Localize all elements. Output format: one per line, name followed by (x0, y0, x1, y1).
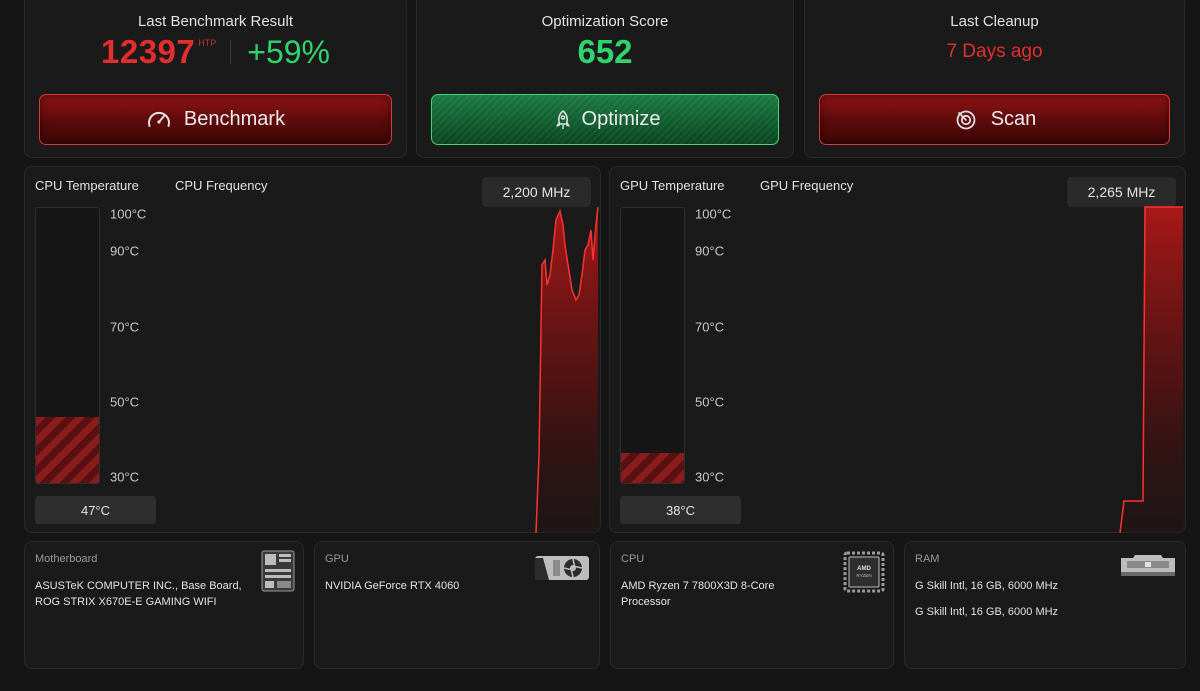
cpu-info: AMD Ryzen 7 7800X3D 8-Core Processor (621, 578, 774, 610)
benchmark-score-unit: HTP (198, 38, 217, 48)
rocket-icon (550, 107, 576, 133)
ram-title: RAM (915, 553, 940, 565)
gpu-frequency-graph (1119, 206, 1183, 533)
cpu-temperature-value: 47°C (35, 496, 156, 524)
gpu-thermometer-fill (621, 452, 684, 483)
cpu-temperature-label: CPU Temperature (35, 178, 139, 193)
cpu-line-2: Processor (621, 596, 671, 608)
benchmark-values: 12397 HTP +59% (25, 33, 406, 71)
cpu-thermometer-fill (36, 417, 99, 483)
benchmark-card: Last Benchmark Result 12397 HTP +59% Ben… (24, 0, 407, 158)
cpu-tick-100: 100°C (110, 206, 147, 222)
gpu-frequency-area (1120, 207, 1183, 533)
cpu-frequency-value: 2,200 MHz (482, 177, 591, 207)
gpu-thermometer (620, 207, 685, 484)
cpu-monitor-panel: CPU Temperature CPU Frequency 2,200 MHz … (24, 166, 601, 533)
ram-info-1: G Skill Intl, 16 GB, 6000 MHz (915, 578, 1058, 594)
gpu-frequency-value: 2,265 MHz (1067, 177, 1176, 207)
cleanup-card: Last Cleanup 7 Days ago Scan (804, 0, 1185, 158)
gpu-frequency-label: GPU Frequency (760, 178, 854, 193)
optimization-values: 652 (417, 33, 793, 71)
cpu-line-1: AMD Ryzen 7 7800X3D 8-Core (621, 580, 775, 592)
benchmark-button-label: Benchmark (183, 108, 286, 130)
motherboard-line-2: ROG STRIX X670E-E GAMING WIFI (35, 596, 217, 608)
cpu-tick-90: 90°C (110, 243, 140, 259)
cleanup-values: 7 Days ago (805, 33, 1184, 63)
optimize-button-label: Optimize (581, 108, 661, 130)
motherboard-card: Motherboard ASUSTeK COMPUTER INC., Base … (24, 541, 304, 669)
gpu-temperature-value: 38°C (620, 496, 741, 524)
gpu-line-1: NVIDIA GeForce RTX 4060 (325, 580, 460, 592)
radar-scan-icon (953, 107, 979, 133)
cpu-card: CPU AMD Ryzen 7 7800X3D 8-Core Processor… (610, 541, 894, 669)
cpu-chip-brand: RYZEN (856, 573, 871, 578)
gpu-monitor-panel: GPU Temperature GPU Frequency 2,265 MHz … (609, 166, 1186, 533)
cpu-tick-70: 70°C (110, 319, 140, 335)
cpu-chip-logo: AMD (857, 566, 871, 572)
optimization-card: Optimization Score 652 Optimize (416, 0, 794, 158)
cpu-tick-50: 50°C (110, 394, 140, 410)
speedometer-icon (146, 107, 172, 133)
cleanup-value: 7 Days ago (946, 41, 1043, 62)
gpu-tick-90: 90°C (695, 243, 725, 259)
ram-line-2: G Skill Intl, 16 GB, 6000 MHz (915, 606, 1059, 618)
optimization-score: 652 (577, 33, 633, 70)
ram-line-1: G Skill Intl, 16 GB, 6000 MHz (915, 580, 1059, 592)
gpu-tick-50: 50°C (695, 394, 725, 410)
gpu-info: NVIDIA GeForce RTX 4060 (325, 578, 459, 594)
ram-card: RAM G Skill Intl, 16 GB, 6000 MHz G Skil… (904, 541, 1186, 669)
motherboard-title: Motherboard (35, 553, 98, 565)
benchmark-button[interactable]: Benchmark (39, 94, 392, 145)
gpu-title: GPU (325, 553, 349, 565)
scan-button[interactable]: Scan (819, 94, 1170, 145)
graphics-card-icon (533, 554, 591, 589)
motherboard-info: ASUSTeK COMPUTER INC., Base Board, ROG S… (35, 578, 242, 610)
gpu-tick-30: 30°C (695, 469, 725, 485)
gpu-tick-70: 70°C (695, 319, 725, 335)
gpu-card: GPU NVIDIA GeForce RTX 4060 (314, 541, 600, 669)
gpu-temperature-label: GPU Temperature (620, 178, 725, 193)
dashboard: Last Benchmark Result 12397 HTP +59% Ben… (0, 0, 1200, 691)
cleanup-title: Last Cleanup (950, 13, 1039, 30)
cpu-title: CPU (621, 553, 645, 565)
benchmark-score: 12397 (101, 33, 196, 70)
divider (230, 40, 232, 64)
cpu-tick-30: 30°C (110, 469, 140, 485)
optimization-title: Optimization Score (541, 13, 669, 30)
motherboard-icon (261, 550, 295, 597)
benchmark-change: +59% (247, 33, 330, 70)
cpu-thermometer (35, 207, 100, 484)
benchmark-title: Last Benchmark Result (137, 13, 294, 30)
optimize-button[interactable]: Optimize (431, 94, 779, 145)
gpu-tick-100: 100°C (695, 206, 732, 222)
ram-stick-icon (1119, 554, 1177, 583)
scan-button-label: Scan (990, 108, 1037, 130)
motherboard-line-1: ASUSTeK COMPUTER INC., Base Board, (35, 580, 242, 592)
cpu-frequency-label: CPU Frequency (175, 178, 268, 193)
cpu-frequency-graph (535, 206, 599, 533)
ram-info-2: G Skill Intl, 16 GB, 6000 MHz (915, 604, 1058, 620)
processor-chip-icon: AMD RYZEN (842, 550, 886, 599)
